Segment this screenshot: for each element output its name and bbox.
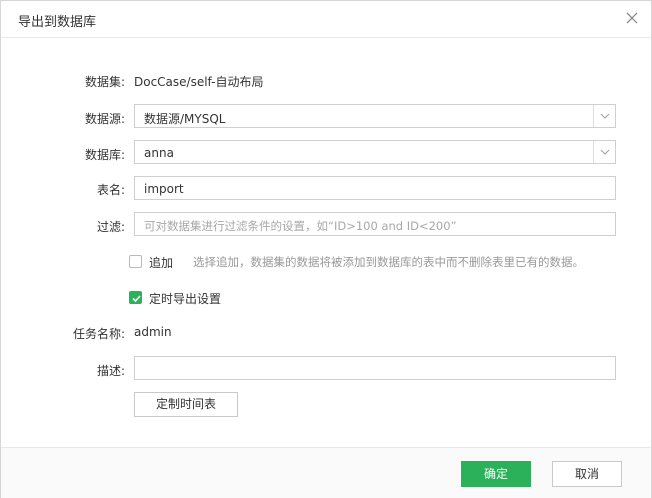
ok-button[interactable]: 确定 xyxy=(461,461,531,487)
check-icon xyxy=(132,295,141,303)
export-to-database-dialog: 导出到数据库 数据集: DocCase/self-自动布局 数据源: 数据源/M… xyxy=(0,0,652,498)
append-label[interactable]: 追加 xyxy=(149,254,173,271)
append-checkbox[interactable] xyxy=(129,255,142,268)
filter-label: 过滤: xyxy=(96,220,125,234)
dialog-header: 导出到数据库 xyxy=(1,1,651,38)
scheduled-export-checkbox[interactable] xyxy=(129,291,142,304)
database-label: 数据库: xyxy=(84,148,125,162)
dialog-title: 导出到数据库 xyxy=(18,15,97,30)
scheduled-export-label[interactable]: 定时导出设置 xyxy=(149,290,221,307)
database-select[interactable]: anna xyxy=(134,140,616,164)
dataset-label: 数据集: xyxy=(84,75,125,89)
table-name-label: 表名: xyxy=(96,183,125,197)
table-name-value: import xyxy=(144,182,184,196)
schedule-timetable-button[interactable]: 定制时间表 xyxy=(134,392,238,417)
close-icon[interactable] xyxy=(625,11,639,25)
database-selected-value: anna xyxy=(144,146,174,160)
datasource-dropdown-button[interactable] xyxy=(593,105,615,127)
description-label: 描述: xyxy=(96,364,125,378)
task-name-value: admin xyxy=(134,325,172,339)
table-name-input[interactable]: import xyxy=(134,176,616,200)
datasource-selected-value: 数据源/MYSQL xyxy=(144,112,226,126)
append-hint: 选择追加，数据集的数据将被添加到数据库的表中而不删除表里已有的数据。 xyxy=(193,255,584,269)
filter-input[interactable]: 可对数据集进行过滤条件的设置，如“ID>100 and ID<200” xyxy=(134,212,616,236)
datasource-label: 数据源: xyxy=(84,112,125,126)
dialog-footer: 确定 取消 xyxy=(1,447,651,498)
chevron-down-icon xyxy=(600,149,610,155)
description-input[interactable] xyxy=(134,356,616,380)
chevron-down-icon xyxy=(600,113,610,119)
database-dropdown-button[interactable] xyxy=(593,141,615,163)
datasource-select[interactable]: 数据源/MYSQL xyxy=(134,104,616,128)
cancel-button[interactable]: 取消 xyxy=(552,461,622,487)
dataset-value: DocCase/self-自动布局 xyxy=(134,75,264,89)
filter-placeholder: 可对数据集进行过滤条件的设置，如“ID>100 and ID<200” xyxy=(144,219,457,233)
task-name-label: 任务名称: xyxy=(72,327,125,341)
